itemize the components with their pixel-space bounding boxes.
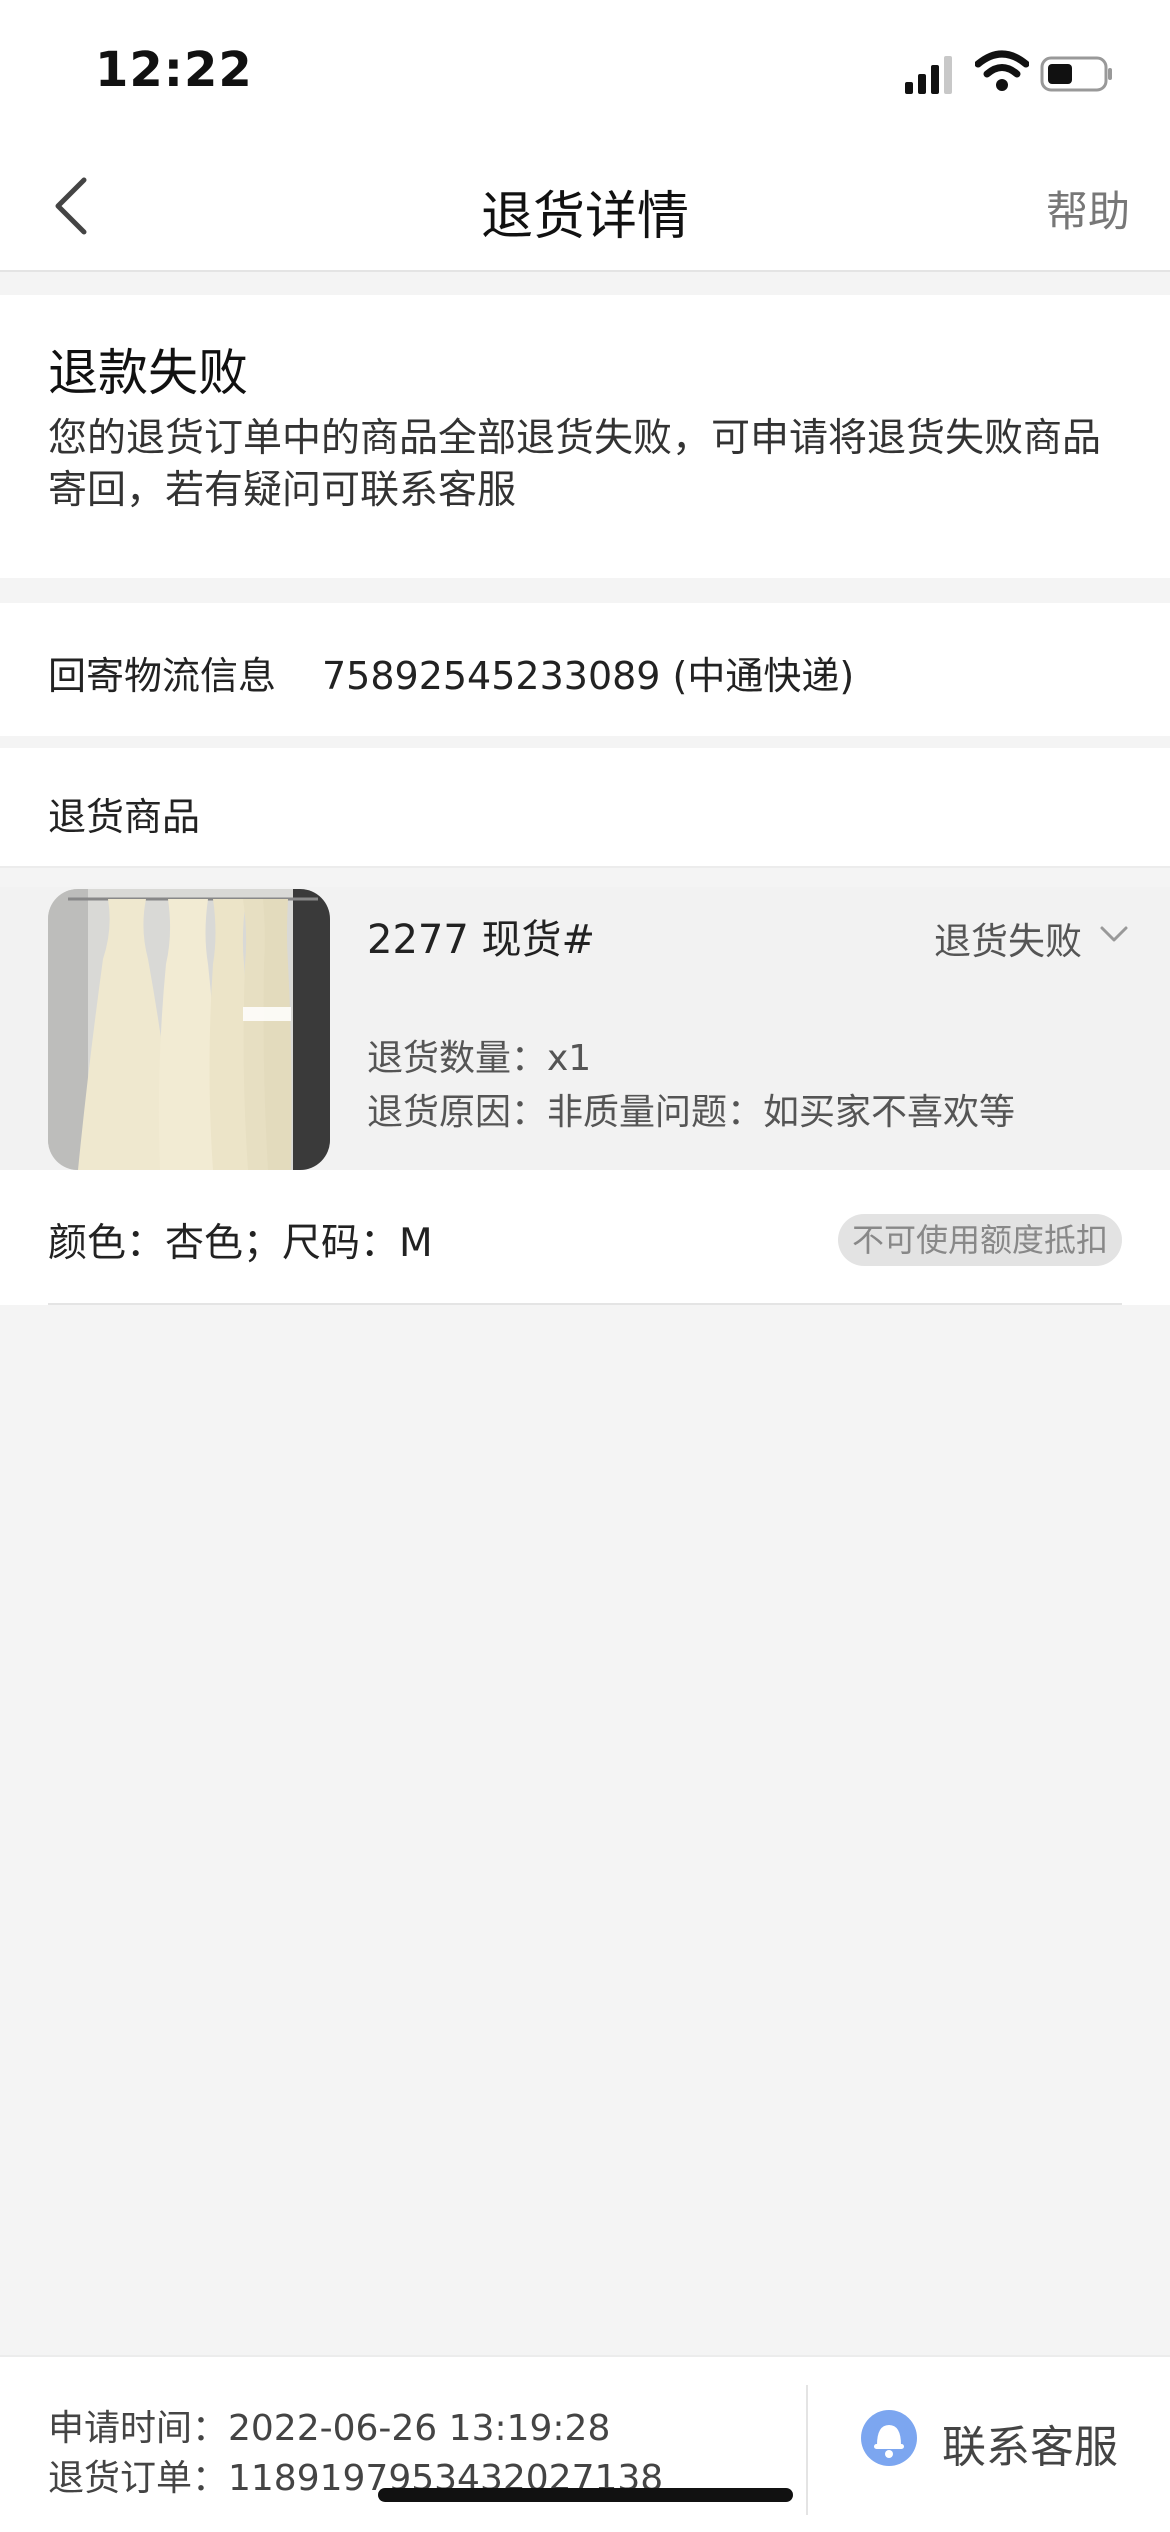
wifi-icon <box>975 50 1029 91</box>
return-details-page: 12:22 退货详情 帮助 退款失败 您的退货订单中的商品全部退货失败，可申请将… <box>0 0 1170 2532</box>
contact-service-label: 联系客服 <box>942 2422 1118 2473</box>
chevron-down-icon[interactable] <box>1098 923 1130 945</box>
refund-status-card: 退款失败 您的退货订单中的商品全部退货失败，可申请将退货失败商品寄回，若有疑问可… <box>0 295 1170 578</box>
customer-service-icon <box>861 2410 917 2466</box>
return-reason: 退货原因：非质量问题：如买家不喜欢等 <box>367 1092 1016 1133</box>
return-goods-label: 退货商品 <box>48 795 201 839</box>
product-name: 2277 现货# <box>367 917 596 963</box>
refund-status-title: 退款失败 <box>48 344 248 402</box>
divider <box>806 2385 808 2515</box>
nav-bar: 退货详情 帮助 <box>0 140 1170 272</box>
dress-product-image <box>48 889 330 1170</box>
return-quantity: 退货数量：x1 <box>367 1038 592 1079</box>
divider <box>48 1303 1122 1305</box>
battery-icon <box>1040 56 1112 92</box>
home-indicator[interactable] <box>378 2488 793 2502</box>
page-title: 退货详情 <box>480 187 689 247</box>
product-spec-row: 颜色：杏色；尺码：M 不可使用额度抵扣 <box>0 1170 1170 1305</box>
contact-service-button[interactable]: 联系客服 <box>860 2397 1140 2477</box>
cellular-signal-icon <box>905 56 952 94</box>
logistics-label: 回寄物流信息 <box>48 654 277 698</box>
return-product-item[interactable]: 2277 现货# 退货失败 退货数量：x1 退货原因：非质量问题：如买家不喜欢等 <box>0 887 1170 1170</box>
help-button[interactable]: 帮助 <box>1046 178 1130 239</box>
credit-deduction-badge: 不可使用额度抵扣 <box>837 1214 1122 1266</box>
product-thumbnail[interactable] <box>48 889 330 1170</box>
bottom-bar: 申请时间：2022-06-26 13:19:28 退货订单：1189197953… <box>0 2355 1170 2532</box>
tracking-number: 75892545233089 (中通快递) <box>322 654 855 698</box>
return-goods-section-header: 退货商品 <box>0 748 1170 868</box>
product-spec: 颜色：杏色；尺码：M <box>48 1221 433 1266</box>
refund-status-description: 您的退货订单中的商品全部退货失败，可申请将退货失败商品寄回，若有疑问可联系客服 <box>48 416 1102 513</box>
return-status-label[interactable]: 退货失败 <box>934 911 1082 965</box>
apply-time: 申请时间：2022-06-26 13:19:28 <box>48 2408 611 2449</box>
return-logistics-row[interactable]: 回寄物流信息 75892545233089 (中通快递) <box>0 603 1170 736</box>
status-time: 12:22 <box>95 42 253 98</box>
status-bar: 12:22 <box>0 0 1170 140</box>
